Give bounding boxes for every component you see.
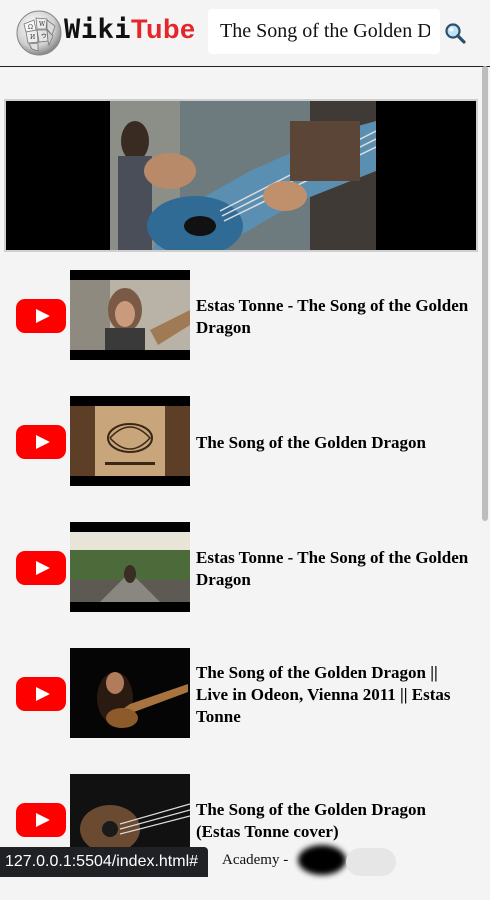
youtube-play-icon[interactable] xyxy=(16,299,66,333)
video-player[interactable] xyxy=(4,99,478,252)
result-item[interactable]: Estas Tonne - The Song of the Golden Dra… xyxy=(0,522,490,648)
video-thumbnail[interactable] xyxy=(70,648,190,738)
result-item[interactable]: Estas Tonne - The Song of the Golden Dra… xyxy=(0,270,490,396)
floating-toggle[interactable] xyxy=(346,848,396,876)
result-title[interactable]: Estas Tonne - The Song of the Golden Dra… xyxy=(196,295,471,339)
results-list: Estas Tonne - The Song of the Golden Dra… xyxy=(0,270,490,900)
video-frame xyxy=(110,101,376,250)
blurred-overlay xyxy=(298,845,346,875)
video-thumbnail[interactable] xyxy=(70,270,190,360)
result-title[interactable]: Estas Tonne - The Song of the Golden Dra… xyxy=(196,547,471,591)
brand-logo[interactable]: WikiTube xyxy=(64,14,196,45)
svg-text:И: И xyxy=(30,34,35,41)
result-title[interactable]: The Song of the Golden Dragon (Estas Ton… xyxy=(196,799,471,843)
svg-text:ウ: ウ xyxy=(41,32,47,40)
youtube-play-icon[interactable] xyxy=(16,551,66,585)
search-icon[interactable] xyxy=(444,22,466,44)
result-title[interactable]: The Song of the Golden Dragon || Live in… xyxy=(196,662,471,728)
brand-tube-text: Tube xyxy=(131,14,196,44)
youtube-play-icon[interactable] xyxy=(16,677,66,711)
result-item[interactable]: The Song of the Golden Dragon (Estas Ton… xyxy=(0,774,490,900)
truncated-result-text: Academy - xyxy=(222,852,289,868)
svg-text:W: W xyxy=(39,21,46,28)
video-thumbnail[interactable] xyxy=(70,522,190,612)
wikipedia-globe-logo[interactable]: Ω W И ウ xyxy=(16,10,62,56)
browser-status-url: 127.0.0.1:5504/index.html# xyxy=(0,847,209,877)
youtube-play-icon[interactable] xyxy=(16,425,66,459)
result-item[interactable]: The Song of the Golden Dragon || Live in… xyxy=(0,648,490,774)
brand-wiki-text: Wiki xyxy=(64,14,132,45)
svg-text:Ω: Ω xyxy=(28,24,33,31)
youtube-play-icon[interactable] xyxy=(16,803,66,837)
result-item[interactable]: The Song of the Golden Dragon xyxy=(0,396,490,522)
result-title[interactable]: The Song of the Golden Dragon xyxy=(196,432,471,454)
app-header: Ω W И ウ WikiTube xyxy=(0,0,490,67)
video-thumbnail[interactable] xyxy=(70,396,190,486)
search-input[interactable] xyxy=(208,9,440,54)
